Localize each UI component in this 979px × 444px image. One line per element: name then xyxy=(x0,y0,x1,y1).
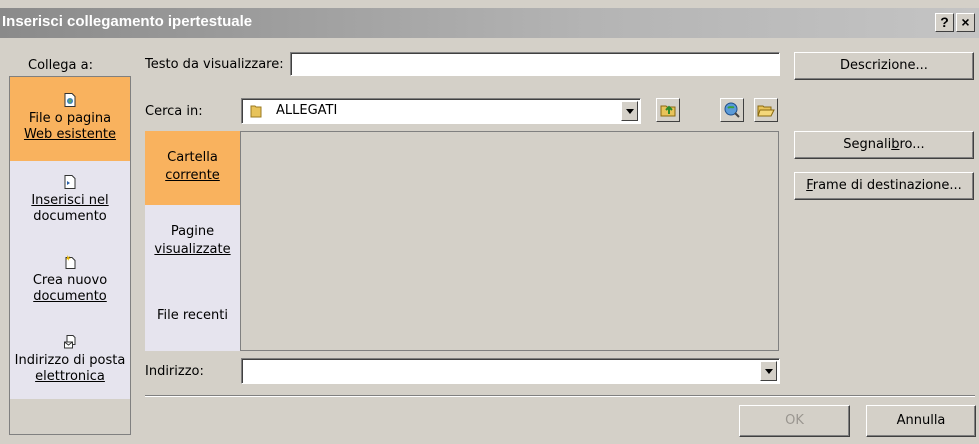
sidebar-item-label: Crea nuovo xyxy=(32,273,108,288)
link-to-label: Collega a: xyxy=(28,58,93,73)
sidebar-item-label: Web esistente xyxy=(23,127,117,142)
subnav-item-label: Pagine xyxy=(170,224,215,239)
browse-subnav: Cartella corrente Pagine visualizzate Fi… xyxy=(145,131,240,351)
ok-button[interactable]: OK xyxy=(739,405,850,437)
text-to-display-label: Testo da visualizzare: xyxy=(145,57,284,72)
sidebar-item-email-address[interactable]: Indirizzo di posta elettronica xyxy=(10,321,130,399)
open-folder-icon xyxy=(757,105,775,117)
sidebar-item-label: elettronica xyxy=(35,369,105,384)
sidebar-item-new-document[interactable]: Crea nuovo documento xyxy=(10,241,130,321)
sidebar-item-label: Indirizzo di posta xyxy=(14,353,126,368)
dialog-title: Inserisci collegamento ipertestuale xyxy=(2,13,253,30)
help-button[interactable]: ? xyxy=(935,13,954,32)
look-in-dropdown-arrow[interactable] xyxy=(621,101,638,121)
email-icon xyxy=(64,335,76,349)
sidebar-empty-area xyxy=(10,399,130,434)
subnav-item-label: visualizzate xyxy=(154,242,231,257)
link-to-sidebar: File o pagina Web esistente Inserisci ne… xyxy=(9,76,131,435)
folder-icon xyxy=(250,105,262,118)
subnav-browsed-pages[interactable]: Pagine visualizzate xyxy=(145,205,240,285)
text-to-display-input[interactable] xyxy=(290,52,780,76)
up-folder-button[interactable] xyxy=(656,98,680,122)
subnav-current-folder[interactable]: Cartella corrente xyxy=(145,131,240,205)
close-button[interactable]: × xyxy=(956,13,975,32)
subnav-item-label: Cartella xyxy=(167,150,218,165)
sidebar-item-place-in-document[interactable]: Inserisci nel documento xyxy=(10,161,130,241)
bookmark-button[interactable]: Segnalibro... xyxy=(794,131,974,159)
divider xyxy=(145,395,975,397)
document-place-icon xyxy=(64,175,76,189)
file-page-icon xyxy=(64,93,76,107)
address-input[interactable] xyxy=(241,358,780,384)
look-in-label: Cerca in: xyxy=(145,104,203,119)
globe-search-icon xyxy=(724,102,740,118)
cancel-button[interactable]: Annulla xyxy=(866,405,976,437)
sidebar-item-label: documento xyxy=(33,209,107,224)
hyperlink-dialog: Inserisci collegamento ipertestuale ? × … xyxy=(0,0,979,444)
target-frame-button[interactable]: Frame di destinazione... xyxy=(794,172,974,200)
up-folder-icon xyxy=(660,105,676,117)
subnav-recent-files[interactable]: File recenti xyxy=(145,285,240,351)
browse-file-button[interactable] xyxy=(754,98,778,122)
new-document-icon xyxy=(65,255,76,269)
title-bar[interactable]: Inserisci collegamento ipertestuale ? × xyxy=(0,8,979,38)
file-list[interactable] xyxy=(240,131,779,351)
sidebar-item-existing-file[interactable]: File o pagina Web esistente xyxy=(10,77,130,161)
address-label: Indirizzo: xyxy=(145,364,204,379)
look-in-value: ALLEGATI xyxy=(276,103,338,118)
browse-web-button[interactable] xyxy=(720,98,744,122)
address-dropdown-arrow[interactable] xyxy=(760,361,777,381)
sidebar-item-label: File o pagina xyxy=(28,111,112,126)
sidebar-item-label: documento xyxy=(33,289,107,304)
subnav-item-label: File recenti xyxy=(156,308,229,323)
subnav-item-label: corrente xyxy=(165,168,220,183)
description-button[interactable]: Descrizione... xyxy=(794,52,974,80)
sidebar-item-label: Inserisci nel xyxy=(31,193,109,208)
look-in-dropdown[interactable]: ALLEGATI xyxy=(241,98,641,124)
